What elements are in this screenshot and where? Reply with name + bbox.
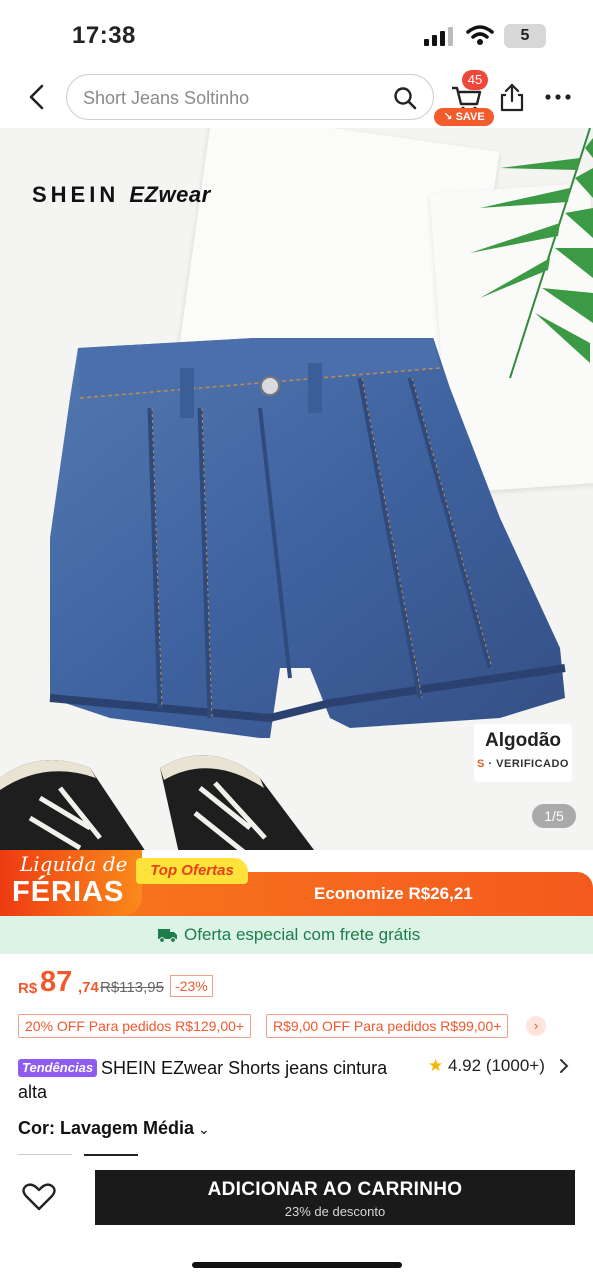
more-icon[interactable] bbox=[544, 92, 572, 102]
chevron-right-icon[interactable] bbox=[558, 1058, 570, 1074]
original-price: R$113,95 bbox=[100, 979, 164, 996]
signal-icon bbox=[424, 27, 453, 46]
price-currency: R$ bbox=[18, 980, 38, 997]
sale-title-main: FÉRIAS bbox=[12, 876, 125, 908]
top-offers-tag: Top Ofertas bbox=[136, 858, 248, 884]
add-to-cart-button[interactable]: ADICIONAR AO CARRINHO 23% de desconto bbox=[95, 1170, 575, 1225]
coupon-row: 20% OFF Para pedidos R$129,00+ R$9,00 OF… bbox=[18, 1014, 593, 1038]
top-nav: Short Jeans Soltinho 45 ↘ SAVE bbox=[0, 70, 593, 128]
add-to-cart-discount: 23% de desconto bbox=[284, 1204, 386, 1219]
color-selector[interactable]: Cor: Lavagem Média ⌄ bbox=[18, 1118, 210, 1139]
back-icon[interactable] bbox=[24, 82, 50, 112]
product-title: Tendências SHEIN EZwear Shorts jeans cint… bbox=[18, 1056, 398, 1104]
coupon-chip[interactable]: R$9,00 OFF Para pedidos R$99,00+ bbox=[266, 1014, 509, 1038]
color-thumbnails bbox=[18, 1154, 158, 1166]
save-label: SAVE bbox=[455, 111, 485, 123]
product-image-carousel[interactable]: SHEIN EZwear Algodão S · VERIFICADO 1/5 bbox=[0, 128, 593, 850]
color-thumbnail[interactable] bbox=[84, 1154, 138, 1166]
bottom-action-bar: ADICIONAR AO CARRINHO 23% de desconto bbox=[0, 1166, 593, 1280]
color-thumbnail[interactable] bbox=[18, 1154, 72, 1166]
cotton-verified-badge: Algodão S · VERIFICADO bbox=[474, 724, 572, 782]
badge-title: Algodão bbox=[485, 730, 561, 751]
chevron-right-icon[interactable]: › bbox=[526, 1016, 546, 1036]
rating-value: 4.92 bbox=[447, 1056, 482, 1075]
discount-badge: -23% bbox=[170, 975, 213, 997]
search-bar[interactable]: Short Jeans Soltinho bbox=[66, 74, 434, 120]
badge-subtitle: S · VERIFICADO bbox=[477, 758, 569, 770]
chevron-down-icon: ⌄ bbox=[198, 1121, 210, 1137]
search-icon[interactable] bbox=[393, 86, 417, 110]
color-label: Cor: Lavagem Média bbox=[18, 1118, 195, 1138]
brand-main: SHEIN bbox=[32, 182, 120, 207]
share-icon[interactable] bbox=[498, 82, 526, 112]
status-bar: 17:38 5 bbox=[0, 0, 593, 70]
search-input[interactable]: Short Jeans Soltinho bbox=[83, 88, 249, 109]
image-pager: 1/5 bbox=[532, 804, 576, 828]
promo-banner[interactable]: Economize R$26,21 Liquida de FÉRIAS Top … bbox=[0, 850, 593, 916]
brand-sub: EZwear bbox=[129, 182, 211, 207]
wifi-icon bbox=[466, 25, 494, 45]
truck-icon bbox=[158, 929, 177, 943]
price-decimal: ,74 bbox=[78, 979, 99, 996]
heart-icon[interactable] bbox=[22, 1182, 56, 1212]
save-tag: ↘ SAVE bbox=[434, 108, 494, 126]
free-shipping-banner: Oferta especial com frete grátis bbox=[0, 916, 593, 954]
cart-count-badge: 45 bbox=[462, 70, 488, 90]
status-time: 17:38 bbox=[72, 22, 136, 49]
brand-logo: SHEIN EZwear bbox=[32, 182, 211, 208]
savings-text: Economize R$26,21 bbox=[314, 884, 473, 903]
coupon-chip[interactable]: 20% OFF Para pedidos R$129,00+ bbox=[18, 1014, 252, 1038]
trend-tag: Tendências bbox=[18, 1059, 98, 1077]
sneakers-decor bbox=[0, 755, 314, 850]
add-to-cart-label: ADICIONAR AO CARRINHO bbox=[207, 1179, 463, 1200]
star-icon: ★ bbox=[428, 1056, 444, 1075]
review-count: (1000+) bbox=[485, 1056, 545, 1075]
price-integer: 87 bbox=[40, 966, 73, 998]
battery-indicator: 5 bbox=[504, 24, 546, 48]
rating-summary[interactable]: ★ 4.92 (1000+) bbox=[428, 1056, 545, 1076]
sale-title-top: Liquida de bbox=[20, 852, 128, 876]
home-indicator bbox=[192, 1262, 402, 1268]
free-shipping-text: Oferta especial com frete grátis bbox=[184, 925, 421, 944]
